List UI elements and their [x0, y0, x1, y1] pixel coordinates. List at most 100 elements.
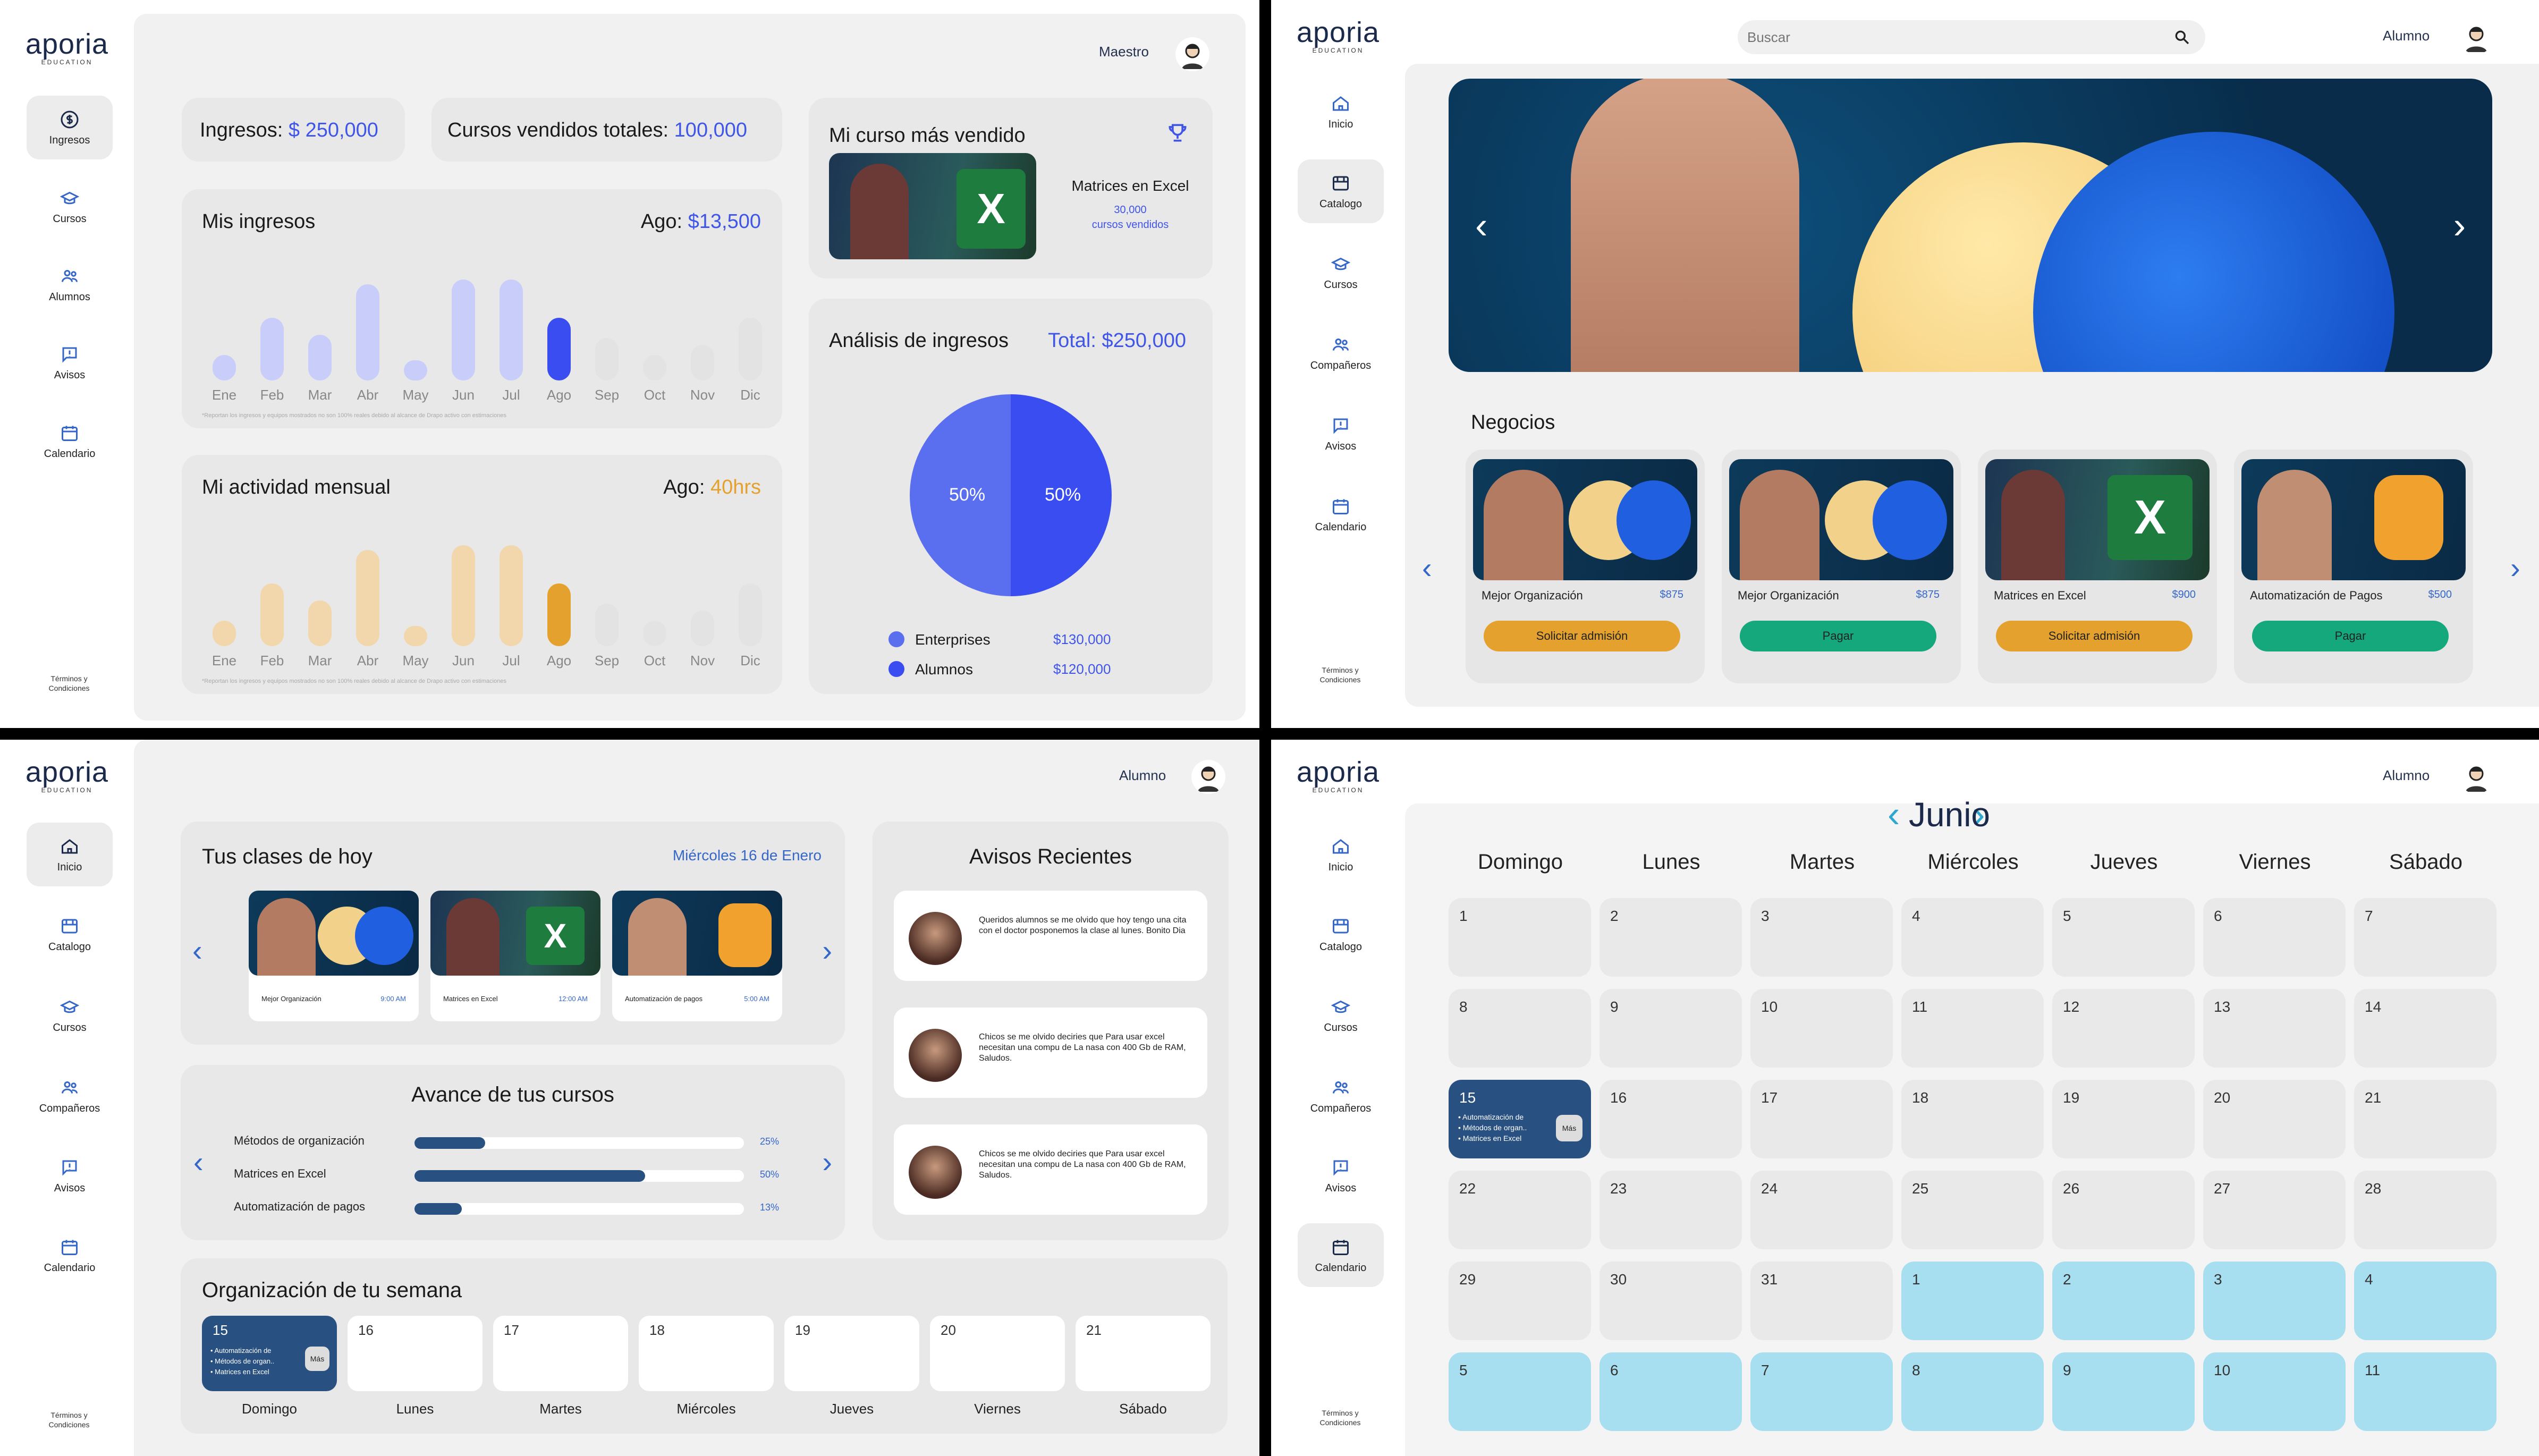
calendar-day-cell[interactable]: 19	[2052, 1080, 2195, 1158]
calendar-day-cell[interactable]: 8	[1901, 1352, 2044, 1431]
classes-next-arrow[interactable]: ›	[822, 933, 832, 968]
pay-button[interactable]: Pagar	[2252, 621, 2449, 651]
progress-next-arrow[interactable]: ›	[822, 1145, 832, 1179]
sidebar-item-inicio[interactable]: Inicio	[1298, 823, 1384, 886]
terms-link[interactable]: Términos y Condiciones	[37, 674, 101, 693]
week-day-cell[interactable]: 15 • Automatización de • Métodos de organ.…	[202, 1316, 337, 1391]
calendar-day-cell[interactable]: 10	[1750, 989, 1893, 1068]
avatar[interactable]	[2459, 760, 2493, 794]
class-card[interactable]: X Matrices en Excel 12:00 AM	[430, 891, 600, 1021]
course-card[interactable]: Automatización de Pagos $500 Pagar	[2234, 450, 2473, 683]
calendar-day-cell[interactable]: 29	[1449, 1262, 1591, 1340]
sidebar-item-inicio[interactable]: Inicio	[27, 823, 113, 886]
request-admission-button[interactable]: Solicitar admisión	[1484, 621, 1680, 651]
sidebar-item-alumnos[interactable]: Alumnos	[27, 252, 113, 316]
calendar-day-cell[interactable]: 1	[1901, 1262, 2044, 1340]
week-day-cell[interactable]: 17	[493, 1316, 628, 1391]
sidebar-item-calendario[interactable]: Calendario	[27, 1223, 113, 1287]
calendar-day-cell[interactable]: 6	[2203, 898, 2346, 977]
sidebar-item-avisos[interactable]: Avisos	[1298, 402, 1384, 465]
calendar-day-cell[interactable]: 21	[2354, 1080, 2496, 1158]
calendar-day-cell[interactable]: 30	[1599, 1262, 1742, 1340]
calendar-day-cell[interactable]: 4	[1901, 898, 2044, 977]
progress-prev-arrow[interactable]: ‹	[193, 1145, 204, 1179]
request-admission-button[interactable]: Solicitar admisión	[1996, 621, 2193, 651]
calendar-day-cell[interactable]: 31	[1750, 1262, 1893, 1340]
notice-card[interactable]: Queridos alumnos se me olvido que hoy te…	[894, 891, 1207, 981]
calendar-day-cell[interactable]: 12	[2052, 989, 2195, 1068]
hero-banner[interactable]: ‹ ›	[1449, 79, 2492, 372]
sidebar-item-ingresos[interactable]: Ingresos	[27, 96, 113, 159]
calendar-day-cell[interactable]: 28	[2354, 1171, 2496, 1249]
sidebar-item-calendario[interactable]: Calendario	[27, 409, 113, 473]
calendar-day-cell[interactable]: 5	[2052, 898, 2195, 977]
terms-link[interactable]: Términos y Condiciones	[1308, 1408, 1372, 1427]
week-day-cell[interactable]: 21	[1076, 1316, 1211, 1391]
search-bar[interactable]	[1738, 20, 2205, 54]
calendar-day-cell[interactable]: 2	[2052, 1262, 2195, 1340]
classes-prev-arrow[interactable]: ‹	[192, 933, 202, 968]
carousel-next-arrow[interactable]: ›	[2510, 551, 2520, 585]
week-day-cell[interactable]: 20	[930, 1316, 1065, 1391]
sidebar-item-catalogo[interactable]: Catalogo	[1298, 159, 1384, 223]
calendar-day-cell[interactable]: 2	[1599, 898, 1742, 977]
search-icon[interactable]	[2173, 29, 2190, 48]
calendar-day-cell[interactable]: 7	[2354, 898, 2496, 977]
calendar-day-cell[interactable]: 17	[1750, 1080, 1893, 1158]
calendar-day-cell[interactable]: 9	[1599, 989, 1742, 1068]
calendar-day-cell[interactable]: 23	[1599, 1171, 1742, 1249]
sidebar-item-calendario[interactable]: Calendario	[1298, 1223, 1384, 1287]
sidebar-item-inicio[interactable]: Inicio	[1298, 80, 1384, 143]
week-day-cell[interactable]: 19	[784, 1316, 919, 1391]
calendar-day-cell[interactable]: 16	[1599, 1080, 1742, 1158]
search-input[interactable]	[1739, 20, 2153, 54]
week-day-cell[interactable]: 18	[639, 1316, 774, 1391]
sidebar-item-companeros[interactable]: Compañeros	[27, 1064, 113, 1128]
calendar-day-cell[interactable]: 22	[1449, 1171, 1591, 1249]
more-button[interactable]: Más	[305, 1347, 329, 1371]
calendar-day-cell[interactable]: 10	[2203, 1352, 2346, 1431]
avatar[interactable]	[2459, 20, 2493, 54]
calendar-day-cell[interactable]: 3	[1750, 898, 1893, 977]
class-card[interactable]: Mejor Organización 9:00 AM	[249, 891, 419, 1021]
calendar-day-cell[interactable]: 9	[2052, 1352, 2195, 1431]
week-day-cell[interactable]: 16	[348, 1316, 483, 1391]
calendar-day-cell[interactable]: 14	[2354, 989, 2496, 1068]
avatar[interactable]	[1175, 37, 1209, 71]
hero-prev-arrow[interactable]: ‹	[1475, 204, 1487, 247]
terms-link[interactable]: Términos y Condiciones	[37, 1410, 101, 1429]
course-card[interactable]: Mejor Organización $875 Pagar	[1722, 450, 1961, 683]
calendar-day-cell[interactable]: 7	[1750, 1352, 1893, 1431]
top-course-thumbnail[interactable]: X	[829, 153, 1036, 259]
calendar-day-cell[interactable]: 8	[1449, 989, 1591, 1068]
month-prev-arrow[interactable]: ‹	[1888, 793, 1900, 835]
calendar-day-cell[interactable]: 13	[2203, 989, 2346, 1068]
avatar[interactable]	[1191, 760, 1225, 794]
calendar-day-cell[interactable]: 18	[1901, 1080, 2044, 1158]
sidebar-item-catalogo[interactable]: Catalogo	[1298, 902, 1384, 966]
class-card[interactable]: Automatización de pagos 5:00 AM	[612, 891, 782, 1021]
calendar-day-cell[interactable]: 26	[2052, 1171, 2195, 1249]
sidebar-item-cursos[interactable]: Cursos	[1298, 240, 1384, 304]
hero-next-arrow[interactable]: ›	[2453, 204, 2466, 247]
sidebar-item-calendario[interactable]: Calendario	[1298, 482, 1384, 546]
calendar-day-cell[interactable]: 5	[1449, 1352, 1591, 1431]
calendar-day-cell[interactable]: 27	[2203, 1171, 2346, 1249]
calendar-day-cell[interactable]: 15 • Automatización de • Métodos de organ.…	[1449, 1080, 1591, 1158]
calendar-day-cell[interactable]: 11	[1901, 989, 2044, 1068]
sidebar-item-avisos[interactable]: Avisos	[27, 331, 113, 394]
sidebar-item-cursos[interactable]: Cursos	[27, 983, 113, 1047]
carousel-prev-arrow[interactable]: ‹	[1422, 551, 1432, 585]
calendar-day-cell[interactable]: 11	[2354, 1352, 2496, 1431]
calendar-day-cell[interactable]: 24	[1750, 1171, 1893, 1249]
course-card[interactable]: Mejor Organización $875 Solicitar admisión	[1466, 450, 1705, 683]
calendar-day-cell[interactable]: 4	[2354, 1262, 2496, 1340]
sidebar-item-companeros[interactable]: Compañeros	[1298, 1064, 1384, 1128]
sidebar-item-avisos[interactable]: Avisos	[1298, 1144, 1384, 1207]
sidebar-item-cursos[interactable]: Cursos	[1298, 983, 1384, 1047]
sidebar-item-catalogo[interactable]: Catalogo	[27, 902, 113, 966]
calendar-day-cell[interactable]: 25	[1901, 1171, 2044, 1249]
sidebar-item-avisos[interactable]: Avisos	[27, 1144, 113, 1207]
course-card[interactable]: X Matrices en Excel $900 Solicitar admisión	[1978, 450, 2217, 683]
more-button[interactable]: Más	[1556, 1115, 1582, 1141]
